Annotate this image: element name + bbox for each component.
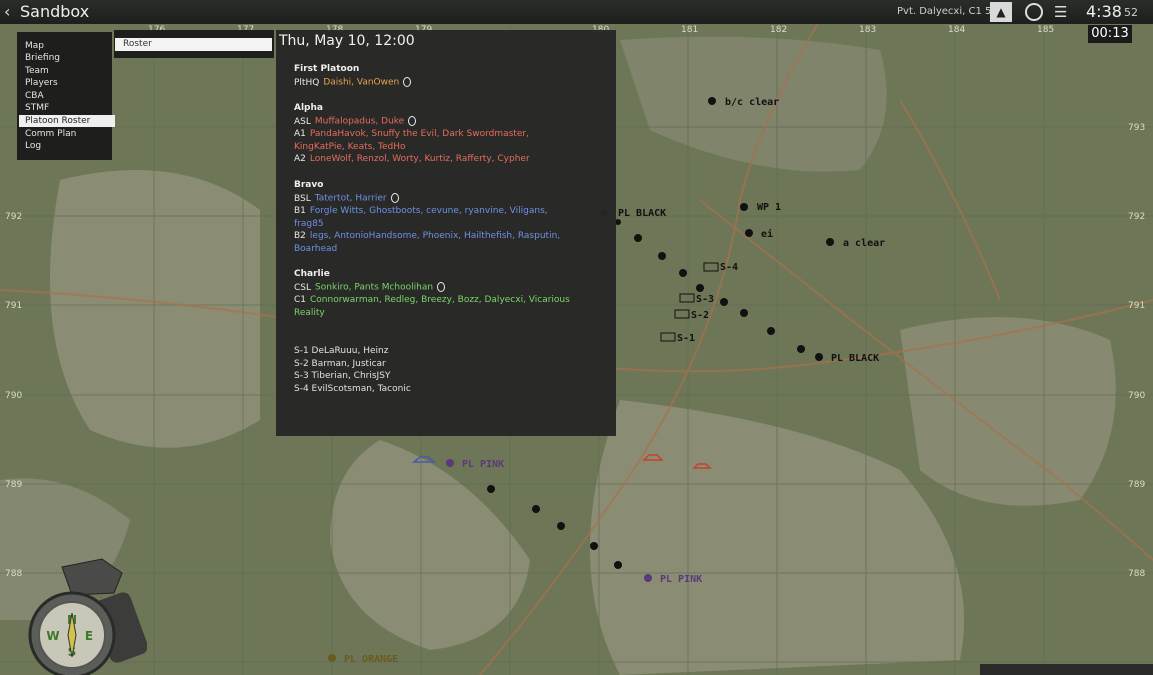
svg-text:E: E <box>85 629 93 643</box>
grid-x-label: 181 <box>681 25 698 35</box>
roster-line: B1 Forgle Witts, Ghostboots, cevune, ryan… <box>294 206 548 216</box>
menu-item-briefing[interactable]: Briefing <box>19 52 115 64</box>
mission-timer: 00:13 <box>1088 25 1132 43</box>
layers-icon[interactable]: ☰ <box>1054 3 1067 21</box>
grid-y-label: 788 <box>1128 569 1145 579</box>
grid-y-label: 788 <box>5 569 22 579</box>
gps-ring-icon[interactable] <box>1025 3 1043 21</box>
ingame-clock: 4:38 <box>1086 2 1122 21</box>
map-marker-label: PL BLACK <box>831 353 879 364</box>
roster-line: ASL Muffalopadus, Duke <box>294 116 417 127</box>
menu-item-log[interactable]: Log <box>19 140 115 152</box>
back-arrow-icon[interactable]: ‹ <box>4 2 10 21</box>
roster-line: Reality <box>294 308 325 318</box>
menu-item-cba[interactable]: CBA <box>19 90 115 102</box>
support-line: S-3 Tiberian, ChrisJSY <box>294 371 391 381</box>
map-marker-label: PL PINK <box>660 574 702 585</box>
player-name: Pvt. Dalyecxi, C1 5 <box>897 6 992 17</box>
section-heading: Bravo <box>294 180 324 190</box>
roster-line: Boarhead <box>294 244 338 254</box>
menu-item-comm-plan[interactable]: Comm Plan <box>19 128 115 140</box>
radio-icon <box>408 116 417 126</box>
menu-item-players[interactable]: Players <box>19 77 115 89</box>
grid-y-label: 790 <box>5 391 22 401</box>
roster-line: A2 LoneWolf, Renzol, Worty, Kurtiz, Raffe… <box>294 154 530 164</box>
roster-line: frag85 <box>294 219 324 229</box>
grid-x-label: 182 <box>770 25 787 35</box>
roster-line: KingKatPie, Keats, TedHo <box>294 142 406 152</box>
compass-icon[interactable]: N S W E <box>22 555 147 675</box>
map-marker-label: S-3 <box>696 294 714 305</box>
map-title: Sandbox <box>20 2 90 21</box>
map-field <box>50 170 260 448</box>
map-marker-label: b/c clear <box>725 97 779 108</box>
map-marker-label: PL PINK <box>462 459 504 470</box>
menu-item-team[interactable]: Team <box>19 65 115 77</box>
menu-item-map[interactable]: Map <box>19 40 115 52</box>
roster-line: B2 legs, AntonioHandsome, Phoenix, Hailth… <box>294 231 561 241</box>
map-field <box>900 317 1116 506</box>
support-line: S-1 DeLaRuuu, Heinz <box>294 346 389 356</box>
grid-x-label: 184 <box>948 25 965 35</box>
grid-y-label: 791 <box>1128 301 1145 311</box>
contour-legend-bar <box>980 664 1153 675</box>
menu-item-platoon-roster[interactable]: Platoon Roster <box>19 115 115 127</box>
grid-y-label: 791 <box>5 301 22 311</box>
section-heading: Charlie <box>294 269 330 279</box>
radio-icon <box>403 77 412 87</box>
roster-line: C1 Connorwarman, Redleg, Breezy, Bozz, Da… <box>294 295 570 305</box>
roster-line: A1 PandaHavok, Snuffy the Evil, Dark Swor… <box>294 129 529 139</box>
ingame-clock-seconds: 52 <box>1124 6 1138 19</box>
map-marker-label: S-4 <box>720 262 738 273</box>
briefing-menu: Map Briefing Team Players CBA STMF Plato… <box>17 32 115 160</box>
grid-y-label: 792 <box>5 212 22 222</box>
subtab-roster[interactable]: Roster <box>115 38 272 51</box>
grid-y-label: 790 <box>1128 391 1145 401</box>
roster-date: Thu, May 10, 12:00 <box>279 33 415 49</box>
svg-text:W: W <box>46 629 59 643</box>
support-line: S-4 EvilScotsman, Taconic <box>294 384 411 394</box>
grid-x-label: 183 <box>859 25 876 35</box>
chevron-up-icon[interactable]: ▲ <box>990 2 1012 22</box>
roster-line: BSL Tatertot, Harrier <box>294 193 399 204</box>
roster-line: CSL Sonkiro, Pants Mchoolihan <box>294 282 446 293</box>
radio-icon <box>437 282 446 292</box>
grid-x-label: 185 <box>1037 25 1054 35</box>
map-marker-label: S-1 <box>677 333 695 344</box>
section-heading: Alpha <box>294 103 323 113</box>
map-marker-label: WP 1 <box>757 202 781 213</box>
roster-line: PltHQ Daishi, VanOwen <box>294 77 412 88</box>
support-line: S-2 Barman, Justicar <box>294 359 386 369</box>
map-marker-label: a clear <box>843 238 885 249</box>
menu-item-stmf[interactable]: STMF <box>19 102 115 114</box>
grid-y-label: 789 <box>5 480 22 490</box>
roster-panel: Thu, May 10, 12:00 First Platoon PltHQ Da… <box>276 30 616 436</box>
grid-y-label: 792 <box>1128 212 1145 222</box>
grid-y-label: 789 <box>1128 480 1145 490</box>
map-marker-label: PL ORANGE <box>344 654 398 665</box>
grid-y-label: 793 <box>1128 123 1145 133</box>
radio-icon <box>390 193 399 203</box>
map-marker-label: S-2 <box>691 310 709 321</box>
map-marker-label: ei <box>761 228 773 240</box>
map-marker-label: PL BLACK <box>618 208 666 219</box>
section-heading: First Platoon <box>294 64 360 74</box>
top-bar: ‹ Sandbox Pvt. Dalyecxi, C1 5 ▲ ☰ 4:38 5… <box>0 0 1153 24</box>
